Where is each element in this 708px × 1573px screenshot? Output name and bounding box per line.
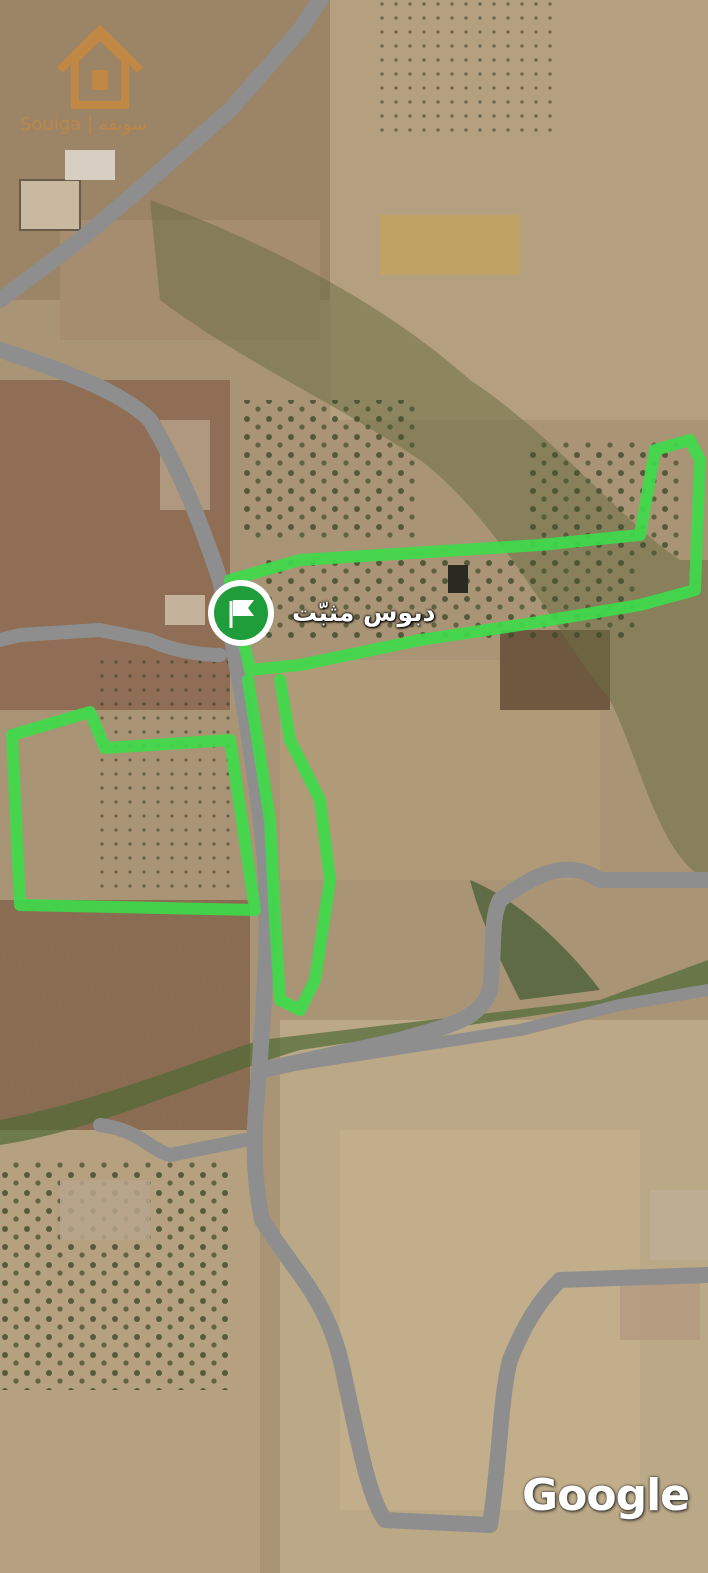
- watermark-text: سويقة | Souiga: [20, 114, 147, 135]
- terrain: [0, 0, 708, 1573]
- satellite-map[interactable]: [0, 0, 708, 1573]
- pin-label: دبوس مثبّت: [292, 598, 436, 627]
- google-attribution: Google: [522, 1470, 690, 1521]
- pinned-location-marker[interactable]: [208, 580, 274, 646]
